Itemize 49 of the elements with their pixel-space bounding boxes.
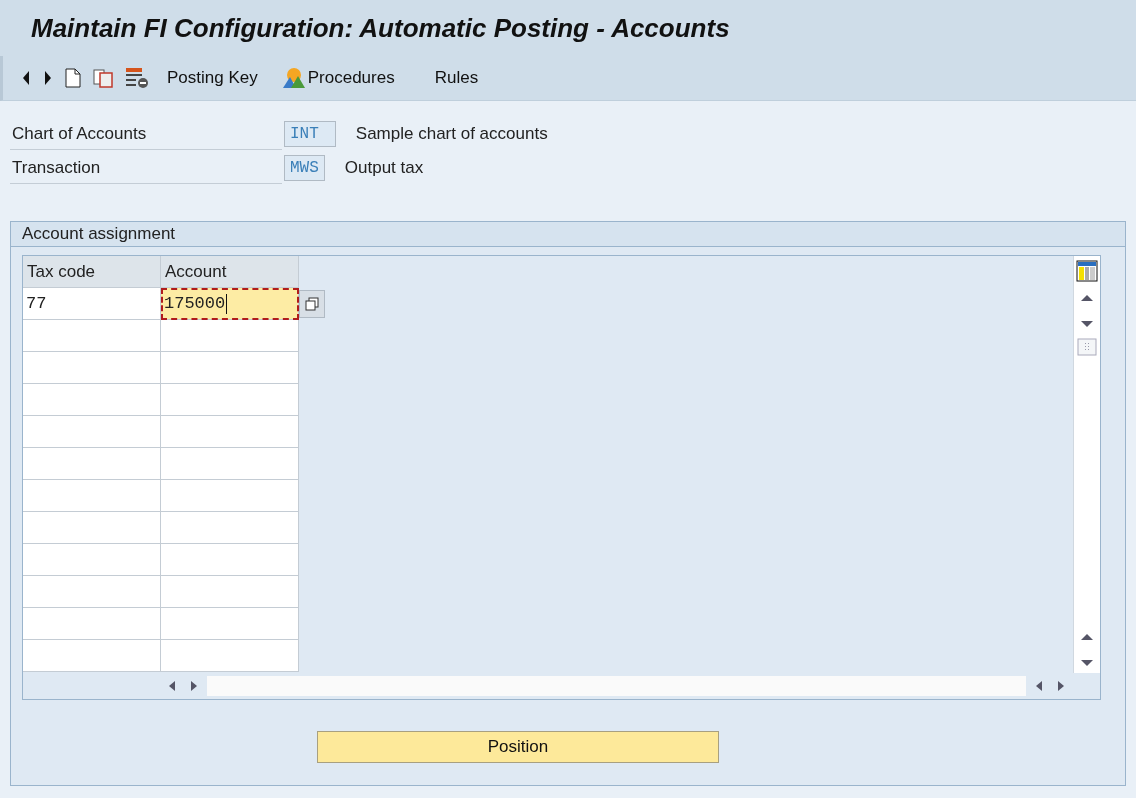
table-cell[interactable]: [161, 640, 299, 672]
delete-row-icon[interactable]: [125, 67, 149, 89]
table-cell[interactable]: [23, 320, 161, 352]
table-cell[interactable]: [161, 448, 299, 480]
column-settings-icon[interactable]: [1076, 260, 1098, 282]
table-cell[interactable]: [161, 512, 299, 544]
table-cell[interactable]: [23, 512, 161, 544]
copy-icon: [305, 297, 319, 311]
copy-icon[interactable]: [93, 68, 113, 88]
horizontal-scrollbar[interactable]: [207, 676, 1026, 696]
table-cell[interactable]: [161, 384, 299, 416]
table-cell[interactable]: [161, 320, 299, 352]
table-cell[interactable]: [23, 480, 161, 512]
position-button[interactable]: Position: [317, 731, 719, 763]
table-cell[interactable]: [161, 608, 299, 640]
table-cell[interactable]: [23, 576, 161, 608]
input-field[interactable]: 175000: [161, 288, 299, 320]
table-cell[interactable]: [23, 448, 161, 480]
column-header[interactable]: Account: [161, 256, 299, 288]
table-cell[interactable]: [23, 352, 161, 384]
field-description: Output tax: [344, 158, 424, 178]
table-cell[interactable]: [23, 384, 161, 416]
toolbar-button[interactable]: Rules: [428, 68, 485, 88]
field-value: MWS: [284, 155, 325, 181]
value-help-button[interactable]: [299, 290, 325, 318]
table-cell[interactable]: [161, 352, 299, 384]
table-cell[interactable]: [161, 480, 299, 512]
field-label: Transaction: [10, 152, 282, 184]
table-cell[interactable]: [161, 416, 299, 448]
table-cell[interactable]: [161, 576, 299, 608]
toolbar-button[interactable]: Procedures: [275, 67, 401, 89]
field-label: Chart of Accounts: [10, 118, 282, 150]
table-cell[interactable]: [23, 416, 161, 448]
group-title: Account assignment: [11, 222, 1125, 247]
column-header[interactable]: Tax code: [23, 256, 161, 288]
triangle-left-icon[interactable]: [21, 69, 31, 87]
window-title: Maintain FI Configuration: Automatic Posting - Accounts: [31, 12, 730, 44]
table-cell[interactable]: [23, 608, 161, 640]
table-cell[interactable]: [161, 544, 299, 576]
page-icon[interactable]: [65, 68, 81, 88]
table-cell[interactable]: [23, 640, 161, 672]
table-cell[interactable]: [23, 544, 161, 576]
landscape-icon: [281, 67, 306, 89]
scroll-thumb[interactable]: [1077, 338, 1097, 356]
triangle-right-icon[interactable]: [43, 69, 53, 87]
table-cell: 77: [23, 288, 161, 320]
field-description: Sample chart of accounts: [355, 124, 548, 144]
field-value: INT: [284, 121, 336, 147]
toolbar-button[interactable]: Posting Key: [161, 68, 264, 88]
